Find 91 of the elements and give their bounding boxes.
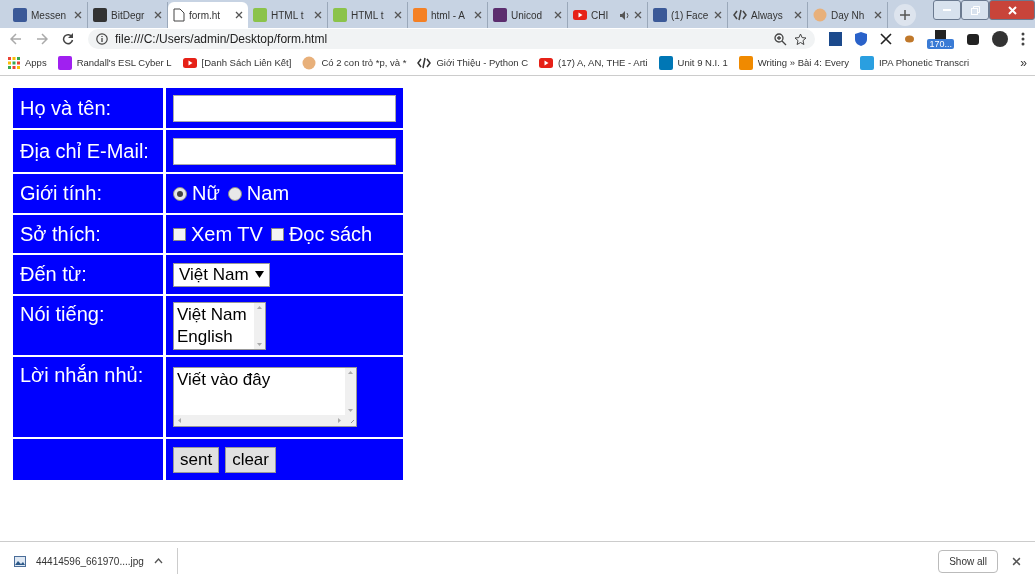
tab-favicon-icon bbox=[493, 8, 507, 22]
bookmark-icon bbox=[302, 55, 317, 70]
bookmark-icon bbox=[57, 55, 72, 70]
minimize-icon bbox=[943, 8, 951, 12]
minimize-button[interactable] bbox=[933, 0, 961, 20]
restore-button[interactable] bbox=[961, 0, 989, 20]
bookmark-icon bbox=[417, 56, 432, 69]
tab-favicon-icon bbox=[333, 8, 347, 22]
bookmark-link[interactable]: Giới Thiệu - Python C bbox=[417, 56, 528, 69]
field-label: Địa chỉ E-Mail: bbox=[20, 139, 149, 163]
more-bookmarks-button[interactable]: » bbox=[1020, 55, 1027, 70]
tab-favicon-icon bbox=[253, 8, 267, 22]
close-icon[interactable] bbox=[74, 11, 82, 19]
bookmark-link[interactable]: Randall's ESL Cyber L bbox=[57, 55, 172, 70]
close-icon[interactable] bbox=[235, 11, 243, 19]
close-icon[interactable] bbox=[154, 11, 162, 19]
extension-icon[interactable] bbox=[829, 32, 843, 46]
close-icon[interactable] bbox=[794, 11, 802, 19]
tab-favicon-icon bbox=[13, 8, 27, 22]
bookmark-link[interactable]: Unit 9 N.I. 1 bbox=[658, 55, 728, 70]
form-button[interactable]: clear bbox=[225, 446, 276, 473]
download-filename[interactable]: 44414596_661970....jpg bbox=[36, 555, 144, 567]
bookmark-link[interactable]: Có 2 con trỏ *p, và * bbox=[302, 55, 407, 70]
image-file-icon bbox=[14, 555, 26, 567]
close-icon bbox=[1007, 5, 1017, 15]
address-bar[interactable]: file:///C:/Users/admin/Desktop/form.html bbox=[88, 29, 816, 49]
close-icon[interactable] bbox=[554, 11, 562, 19]
x-icon[interactable] bbox=[880, 33, 893, 45]
radio-button[interactable] bbox=[227, 186, 242, 201]
close-icon[interactable] bbox=[634, 11, 642, 19]
field-label: Họ và tên: bbox=[20, 96, 112, 120]
message-textarea[interactable]: Viết vào đây bbox=[173, 367, 357, 427]
radio-label: Nam bbox=[246, 182, 290, 205]
bookmark-link[interactable]: IPA Phonetic Transcri bbox=[859, 55, 970, 70]
form-button[interactable]: sent bbox=[173, 446, 220, 473]
tab-favicon-icon bbox=[173, 8, 185, 22]
info-icon[interactable] bbox=[96, 33, 108, 45]
dropdown-arrow-icon bbox=[254, 271, 264, 278]
close-window-button[interactable] bbox=[989, 0, 1035, 20]
tab-favicon-icon bbox=[93, 8, 107, 22]
field-label: Nói tiếng: bbox=[20, 303, 105, 326]
caret-icon[interactable] bbox=[153, 558, 163, 564]
checkbox[interactable] bbox=[270, 227, 284, 241]
field-label: Giới tính: bbox=[20, 182, 103, 205]
plus-icon bbox=[900, 10, 910, 20]
bookmark-icon bbox=[738, 55, 753, 70]
tab-favicon-icon bbox=[413, 8, 427, 22]
restore-icon bbox=[970, 5, 980, 15]
close-icon[interactable] bbox=[874, 11, 882, 19]
tab-favicon-icon bbox=[653, 8, 667, 22]
close-icon[interactable] bbox=[314, 11, 322, 19]
tab-favicon-icon bbox=[733, 9, 747, 21]
bookmark-icon bbox=[539, 57, 553, 68]
tab-favicon-icon bbox=[573, 10, 587, 20]
close-icon[interactable] bbox=[1012, 556, 1021, 566]
checkbox[interactable] bbox=[173, 227, 186, 241]
extension-icon[interactable] bbox=[967, 33, 979, 45]
menu-icon[interactable] bbox=[1021, 32, 1025, 46]
bookmark-icon bbox=[859, 55, 874, 70]
tab-favicon-icon bbox=[813, 8, 827, 22]
text-input[interactable] bbox=[173, 137, 396, 165]
shield-icon[interactable] bbox=[855, 32, 868, 46]
close-icon[interactable] bbox=[714, 11, 722, 19]
field-label: Lời nhắn nhủ: bbox=[20, 364, 144, 387]
bookmark-link[interactable]: [Danh Sách Liên Kết] bbox=[182, 57, 292, 68]
browser-tab[interactable]: form.ht bbox=[168, 2, 248, 28]
reload-icon[interactable] bbox=[62, 33, 74, 45]
bookmark-link[interactable]: (17) A, AN, THE - Arti bbox=[539, 57, 648, 68]
close-icon[interactable] bbox=[474, 11, 482, 19]
checkbox-label: Đọc sách bbox=[288, 222, 373, 246]
new-tab-button[interactable] bbox=[894, 4, 916, 26]
country-dropdown[interactable]: Việt Nam bbox=[173, 262, 270, 287]
show-all-button[interactable]: Show all bbox=[938, 549, 998, 573]
text-input[interactable] bbox=[173, 94, 396, 122]
star-icon[interactable] bbox=[794, 32, 808, 46]
bookmark-icon bbox=[8, 56, 20, 69]
bookmark-link[interactable]: Apps bbox=[8, 56, 47, 69]
close-icon[interactable] bbox=[394, 11, 402, 19]
profile-avatar-icon[interactable] bbox=[992, 31, 1008, 47]
bookmark-icon bbox=[182, 57, 197, 68]
radio-button[interactable] bbox=[173, 186, 187, 201]
radio-label: Nữ bbox=[192, 182, 220, 205]
bookmark-link[interactable]: Writing » Bài 4: Every bbox=[738, 55, 849, 70]
speaker-icon[interactable] bbox=[620, 10, 630, 20]
field-label: Đến từ: bbox=[20, 263, 87, 286]
extension-icon[interactable] bbox=[935, 29, 947, 39]
bookmark-icon bbox=[658, 55, 673, 70]
field-label: Sở thích: bbox=[20, 222, 101, 246]
extension-badge: 170... bbox=[927, 38, 954, 49]
zoom-icon[interactable] bbox=[774, 32, 788, 46]
checkbox-label: Xem TV bbox=[191, 222, 263, 246]
